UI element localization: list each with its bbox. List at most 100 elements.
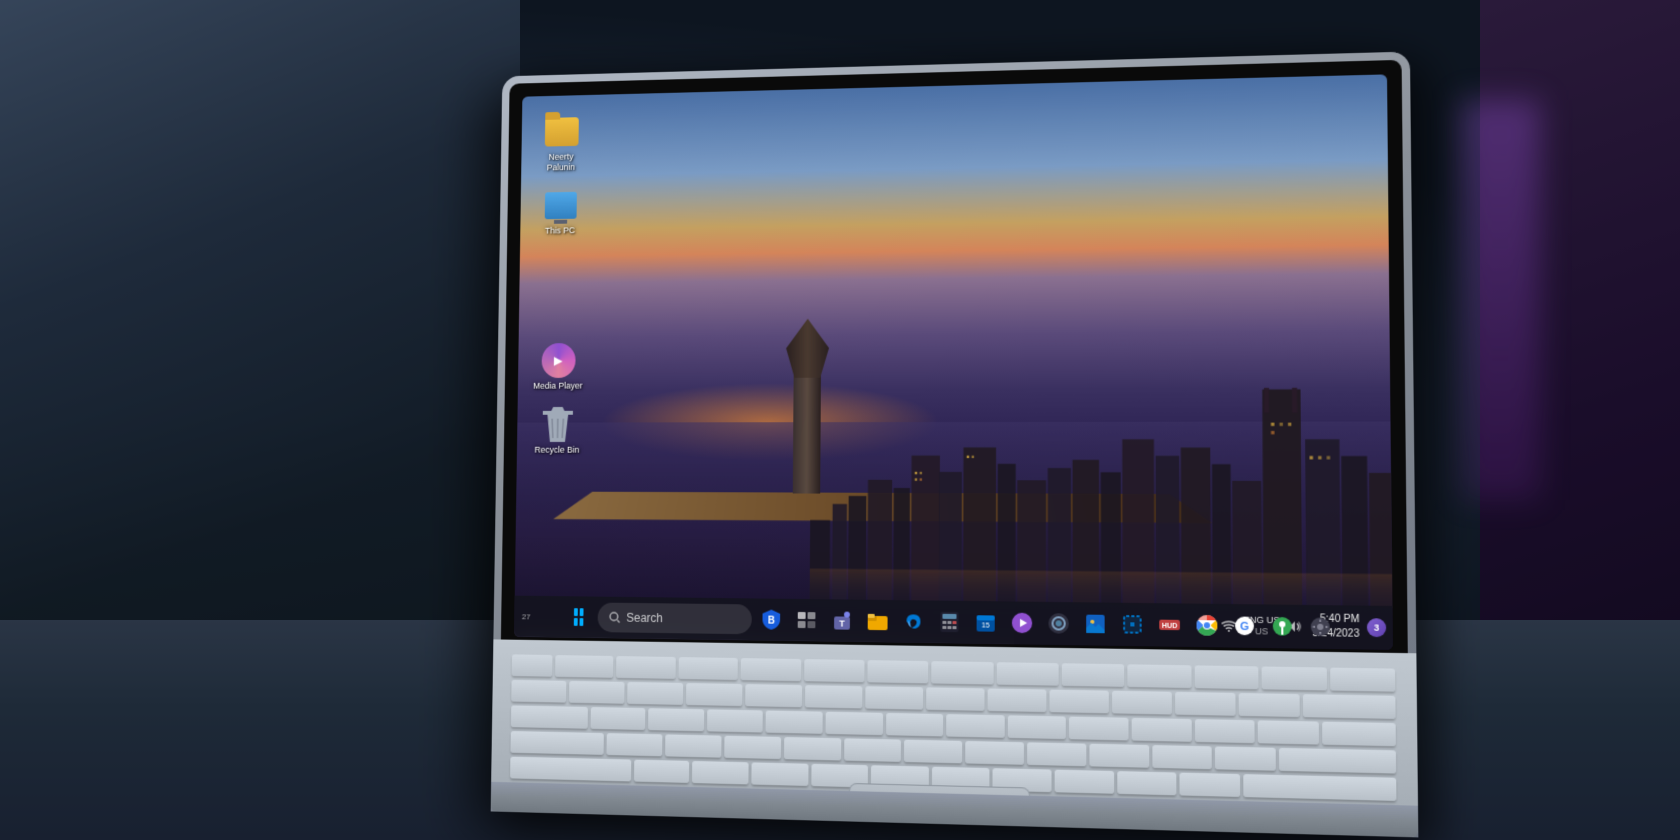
teams-icon: T: [832, 611, 852, 629]
key-del[interactable]: [1330, 668, 1396, 692]
key-esc[interactable]: [512, 654, 553, 676]
key-r[interactable]: [766, 711, 823, 734]
teams-button[interactable]: T: [826, 604, 858, 637]
key-rshift[interactable]: [1243, 774, 1396, 801]
key-s[interactable]: [665, 734, 721, 757]
key-equal[interactable]: [1239, 693, 1300, 717]
key-t[interactable]: [826, 712, 883, 735]
key-9[interactable]: [1049, 690, 1108, 714]
calculator-icon: [940, 612, 958, 632]
taskbar-center: Search B: [563, 601, 1337, 644]
svg-text:15: 15: [982, 622, 990, 629]
key-f9[interactable]: [1062, 663, 1125, 687]
edge-icon: [903, 611, 923, 631]
photos-button[interactable]: [1079, 607, 1112, 640]
key-f6[interactable]: [867, 660, 928, 683]
purple-glow: [1460, 100, 1540, 500]
key-7[interactable]: [926, 687, 984, 710]
edge-button[interactable]: [897, 605, 929, 638]
key-g[interactable]: [844, 738, 902, 762]
file-explorer-button[interactable]: [862, 605, 894, 638]
folder-icon: [544, 114, 578, 149]
desktop-icon-recycle-bin[interactable]: Recycle Bin: [531, 407, 583, 455]
key-f2[interactable]: [616, 656, 675, 679]
key-2[interactable]: [627, 682, 683, 705]
calculator-button[interactable]: [933, 606, 965, 639]
key-h[interactable]: [904, 740, 962, 764]
city-skyline: [809, 319, 1392, 608]
key-f11[interactable]: [1194, 665, 1258, 689]
key-comma[interactable]: [1055, 770, 1114, 794]
key-z[interactable]: [634, 760, 690, 783]
calendar-button[interactable]: 15: [970, 606, 1002, 639]
key-f3[interactable]: [678, 657, 738, 680]
chrome-button[interactable]: [1190, 609, 1223, 642]
key-q[interactable]: [590, 707, 645, 730]
key-capslock[interactable]: [510, 731, 604, 755]
svg-text:B: B: [768, 615, 775, 626]
key-k[interactable]: [1027, 742, 1086, 766]
start-button[interactable]: [563, 601, 594, 633]
google-button[interactable]: G: [1228, 609, 1262, 642]
key-1[interactable]: [569, 681, 625, 704]
laptop-chassis: NeertyPalunin This PC: [491, 52, 1419, 838]
snipping-tool-button[interactable]: [1116, 608, 1149, 641]
key-e[interactable]: [707, 709, 763, 732]
key-f5[interactable]: [804, 659, 865, 682]
key-f12[interactable]: [1262, 666, 1327, 690]
key-p[interactable]: [1132, 718, 1192, 742]
bitwarden-button[interactable]: B: [756, 603, 788, 635]
key-u[interactable]: [946, 714, 1004, 738]
maps-button[interactable]: [1265, 610, 1299, 644]
key-5[interactable]: [805, 685, 862, 708]
obs-button[interactable]: [1042, 607, 1075, 640]
key-o[interactable]: [1069, 717, 1128, 741]
key-minus[interactable]: [1175, 692, 1236, 716]
key-a[interactable]: [607, 733, 663, 756]
key-semicolon[interactable]: [1152, 745, 1212, 769]
desktop-icon-folder[interactable]: NeertyPalunin: [535, 114, 587, 173]
desktop-icon-this-pc[interactable]: This PC: [534, 187, 586, 236]
key-x[interactable]: [692, 761, 748, 784]
desktop-icon-media-player[interactable]: Media Player: [532, 343, 584, 391]
key-j[interactable]: [965, 741, 1024, 765]
key-backtick[interactable]: [511, 680, 566, 703]
key-lbracket[interactable]: [1195, 719, 1255, 743]
key-rbracket[interactable]: [1258, 720, 1319, 744]
key-f[interactable]: [784, 737, 841, 760]
key-3[interactable]: [686, 683, 743, 706]
key-l[interactable]: [1089, 744, 1149, 768]
key-tab[interactable]: [511, 705, 588, 728]
key-backspace[interactable]: [1303, 694, 1396, 719]
folder-label: NeertyPalunin: [547, 152, 575, 173]
key-f4[interactable]: [741, 658, 801, 681]
key-8[interactable]: [988, 688, 1047, 712]
media-player-tb-button[interactable]: [1006, 606, 1038, 639]
key-6[interactable]: [865, 686, 923, 709]
key-f7[interactable]: [932, 661, 994, 684]
key-4[interactable]: [745, 684, 802, 707]
key-backslash[interactable]: [1322, 722, 1396, 747]
key-quote[interactable]: [1215, 746, 1276, 770]
key-w[interactable]: [648, 708, 704, 731]
hud-button[interactable]: HUD: [1153, 608, 1186, 641]
key-lshift[interactable]: [510, 757, 631, 782]
key-f1[interactable]: [555, 655, 614, 678]
key-d[interactable]: [724, 736, 781, 759]
search-label: Search: [626, 611, 663, 625]
task-view-button[interactable]: [791, 604, 823, 636]
key-f10[interactable]: [1128, 664, 1192, 688]
key-0[interactable]: [1112, 691, 1172, 715]
key-enter[interactable]: [1279, 748, 1396, 774]
notification-button[interactable]: 3: [1367, 618, 1386, 637]
key-i[interactable]: [1008, 715, 1067, 739]
settings-button[interactable]: [1303, 610, 1337, 644]
photos-icon: [1085, 614, 1106, 635]
search-bar[interactable]: Search: [597, 603, 751, 635]
key-f8[interactable]: [996, 662, 1058, 685]
key-slash[interactable]: [1180, 773, 1240, 797]
key-c[interactable]: [751, 762, 808, 786]
pc-icon: [543, 188, 577, 223]
key-period[interactable]: [1117, 771, 1177, 795]
key-y[interactable]: [886, 713, 944, 737]
